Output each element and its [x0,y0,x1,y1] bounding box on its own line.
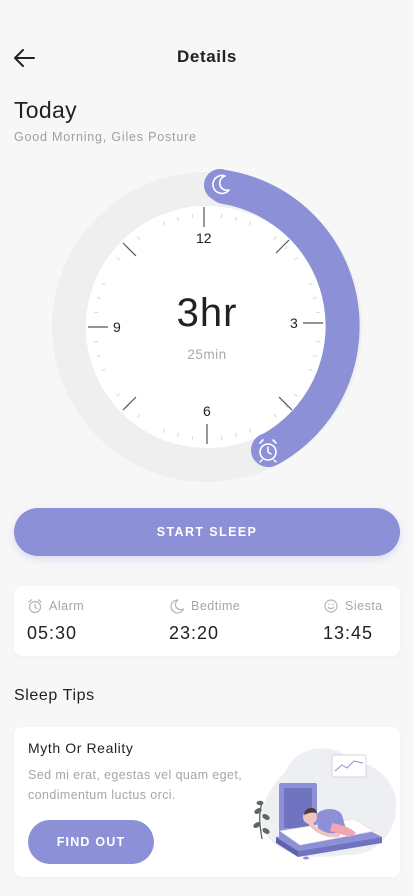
dial-center: 3hr 25min [47,167,367,487]
sleep-stats-card: Alarm 05:30 Bedtime 23:20 Siesta 13:45 [14,586,400,656]
today-title: Today [14,97,77,123]
smile-icon [324,599,338,613]
stat-siesta-label: Siesta [345,599,383,613]
stat-bedtime[interactable]: Bedtime 23:20 [169,598,240,644]
moon-icon [170,599,185,614]
stat-siesta[interactable]: Siesta 13:45 [323,598,383,644]
find-out-button[interactable]: FIND OUT [28,820,154,864]
tip-body: Sed mi erat, egestas vel quam eget, cond… [28,768,243,802]
sleep-tip-card[interactable]: Myth Or Reality Sed mi erat, egestas vel… [14,727,400,877]
tip-heading: Myth Or Reality [28,740,134,756]
duration-minutes: 25min [187,347,227,362]
sleep-dial[interactable]: 3hr 25min 12 3 6 9 [47,167,367,487]
stat-bedtime-value: 23:20 [169,623,220,643]
dial-number-12: 12 [196,230,212,246]
alarm-icon [28,599,42,614]
stat-alarm[interactable]: Alarm 05:30 [27,598,84,644]
page-title: Details [177,47,237,66]
dial-number-9: 9 [113,319,121,335]
stat-alarm-label: Alarm [49,599,85,613]
start-sleep-button[interactable]: START SLEEP [14,508,400,556]
stat-bedtime-label: Bedtime [191,599,241,613]
sleeping-person-illustration [253,748,397,860]
greeting-text: Good Morning, Giles Posture [14,130,197,144]
duration-hours: 3hr [176,291,238,335]
dial-number-6: 6 [203,403,211,419]
stat-alarm-value: 05:30 [27,623,78,643]
sleep-tips-title: Sleep Tips [14,687,95,704]
stat-siesta-value: 13:45 [323,623,374,643]
dial-number-3: 3 [290,315,298,331]
